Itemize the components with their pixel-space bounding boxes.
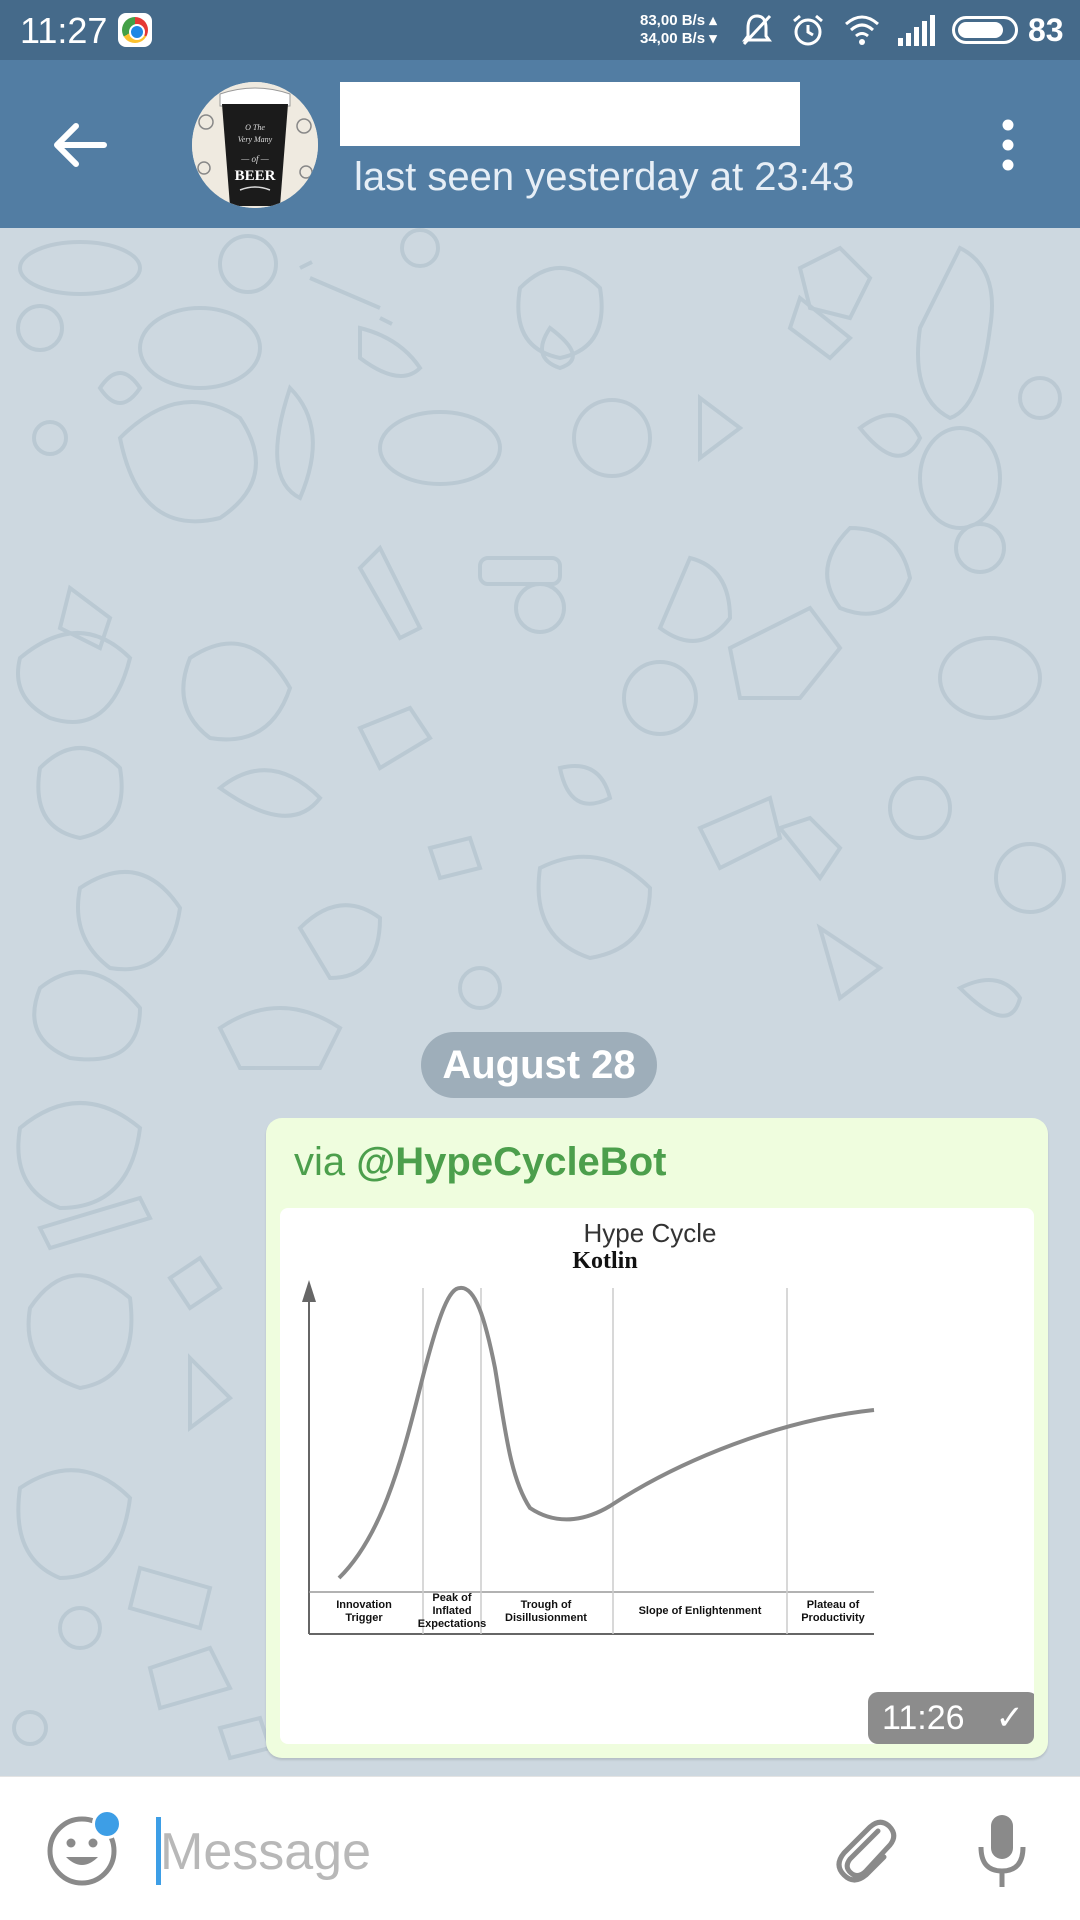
attach-icon[interactable]	[826, 1813, 902, 1889]
phase-label: Expectations	[418, 1618, 486, 1630]
avatar[interactable]: O The Very Many — of — BEER	[192, 82, 318, 208]
battery-text: 83	[1028, 12, 1064, 48]
status-time: 11:27	[20, 10, 108, 51]
wifi-icon	[845, 15, 879, 45]
phase-label: Disillusionment	[505, 1612, 587, 1624]
back-arrow-icon[interactable]	[50, 120, 110, 170]
mute-vibrate-icon	[742, 14, 772, 46]
new-stickers-badge	[92, 1809, 122, 1839]
signal-icon	[898, 15, 935, 46]
microphone-icon[interactable]	[972, 1807, 1032, 1895]
phase-label: Slope of Enlightenment	[639, 1605, 762, 1617]
message-photo[interactable]: Hype Cycle Kotlin Innovation Trigger Pea…	[280, 1208, 1034, 1744]
avatar-fine-print: O The	[245, 123, 265, 132]
status-bar: 11:27 83,00 B/s ▴ 34,00 B/s ▾ 83	[0, 0, 1080, 60]
contact-name[interactable]	[340, 82, 800, 146]
speed-down: 34,00 B/s ▾	[640, 30, 717, 47]
speed-up: 83,00 B/s ▴	[640, 12, 717, 29]
avatar-fine-print: — of —	[240, 154, 270, 164]
battery-icon	[952, 16, 1018, 44]
hype-cycle-diagram: Innovation Trigger Peak of Inflated Expe…	[302, 1280, 875, 1635]
phase-label: Trough of	[521, 1599, 572, 1611]
via-bot-label[interactable]: via @HypeCycleBot	[294, 1140, 666, 1185]
network-speed: 83,00 B/s ▴ 34,00 B/s ▾	[640, 12, 717, 48]
avatar-fine-print: Very Many	[238, 135, 273, 144]
chat-header: O The Very Many — of — BEER last seen ye…	[0, 60, 1080, 228]
avatar-text: BEER	[235, 168, 276, 184]
message-input[interactable]	[160, 1817, 780, 1887]
phase-label: Trigger	[345, 1612, 383, 1624]
message-time: 11:26 ✓	[868, 1692, 1034, 1744]
chrome-icon	[118, 13, 152, 47]
hype-curve	[337, 1286, 875, 1580]
phase-label: Inflated	[432, 1605, 471, 1617]
date-separator: August 28	[421, 1032, 657, 1098]
via-bot-username[interactable]: @HypeCycleBot	[356, 1140, 666, 1184]
phase-label: Plateau of	[807, 1599, 860, 1611]
y-axis-arrow	[302, 1280, 316, 1302]
phase-label: Innovation	[336, 1599, 392, 1611]
chat-area[interactable]: August 28 via @HypeCycleBot Hype Cycle K…	[0, 228, 1080, 1776]
more-options-icon[interactable]	[990, 115, 1026, 175]
phase-label: Peak of	[432, 1592, 471, 1604]
message-bubble[interactable]: via @HypeCycleBot Hype Cycle Kotlin Inno	[266, 1118, 1048, 1758]
phase-label: Productivity	[801, 1612, 865, 1624]
via-prefix: via	[294, 1140, 357, 1184]
message-time-text: 11:26	[882, 1699, 965, 1737]
message-input-bar	[0, 1776, 1080, 1920]
sent-check-icon: ✓	[995, 1699, 1025, 1737]
beer-glass-icon: O The Very Many — of — BEER	[192, 82, 318, 208]
last-seen-status: last seen yesterday at 23:43	[354, 155, 855, 199]
alarm-icon	[793, 14, 823, 46]
